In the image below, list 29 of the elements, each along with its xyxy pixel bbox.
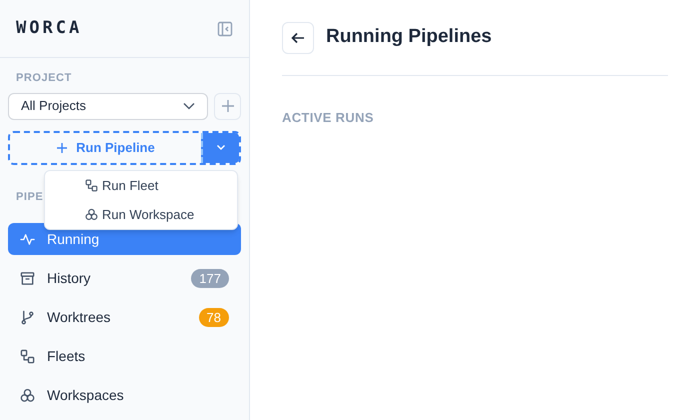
count-badge: 177 [191,268,229,288]
linked-squares-icon [85,179,98,192]
menu-item[interactable]: Run Fleet [45,171,237,200]
branch-icon [20,310,35,324]
circles-icon [85,208,98,221]
chevron-down-icon [183,102,195,110]
section-label: PIPE [15,190,44,204]
circles-icon [20,388,35,402]
back-button[interactable] [282,22,314,54]
page-title: Running Pipelines [326,25,492,50]
nav-item[interactable]: History 177 [8,262,241,294]
section-heading: ACTIVE RUNS [282,109,375,127]
nav-item[interactable]: Workspaces [8,379,241,411]
add-project-button[interactable] [214,92,241,120]
collapse-sidebar-icon[interactable] [217,20,233,36]
logo: WORCA [16,16,82,40]
pulse-icon [20,232,35,246]
section-label: PROJECT [15,71,73,86]
nav-item[interactable]: Fleets [8,340,241,372]
nav-item[interactable]: Worktrees 78 [8,301,241,333]
chevron-down-icon [216,144,226,151]
run-options-button[interactable] [201,132,239,162]
project-select[interactable]: All Projects [8,92,208,120]
plus-icon [56,142,68,154]
back-arrow-icon [291,32,305,44]
plus-icon [220,99,234,113]
archive-icon [20,270,35,286]
linked-squares-icon [20,348,35,364]
count-badge: 78 [198,308,229,326]
